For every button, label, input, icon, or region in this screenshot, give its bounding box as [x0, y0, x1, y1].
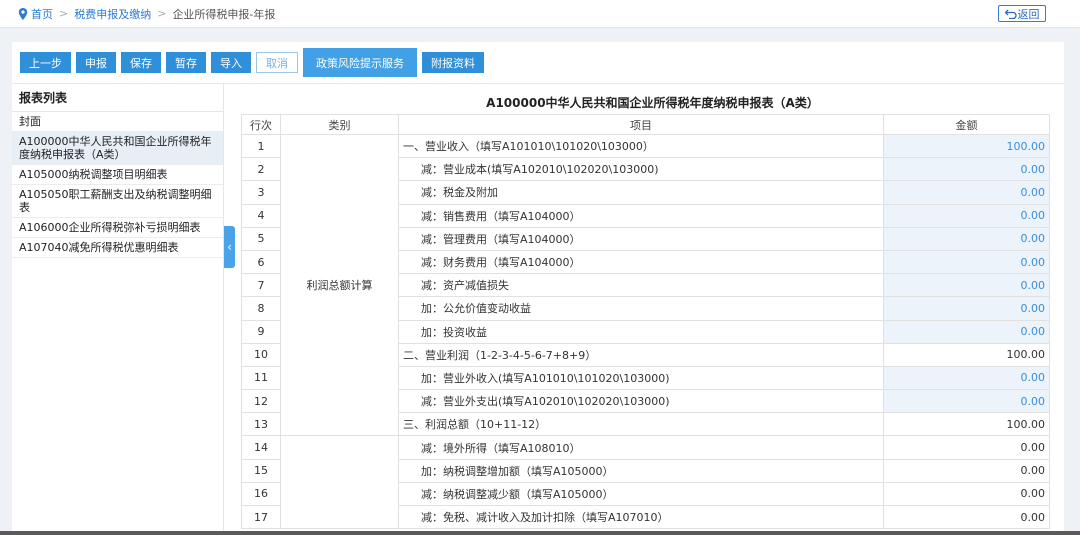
amount-input[interactable]: 0.00 — [883, 226, 1050, 251]
save-button[interactable]: 保存 — [121, 52, 161, 73]
table-body: 1 利润总额计算 一、营业收入（填写A101010\101020\103000） 10… — [241, 133, 1050, 530]
item-label: 减：纳税调整减少额（填写A105000） — [398, 481, 884, 507]
breadcrumb: 首页 > 税费申报及缴纳 > 企业所得税申报-年报 — [18, 6, 275, 22]
row-number: 2 — [241, 157, 281, 182]
breadcrumb-home-link[interactable]: 首页 — [31, 6, 53, 22]
table-row: 14 减：境外所得（填写A108010） 0.00 — [241, 435, 1050, 530]
item-label: 减：财务费用（填写A104000） — [398, 249, 884, 275]
cancel-button[interactable]: 取消 — [256, 52, 298, 73]
item-label: 减：免税、减计收入及加计扣除（填写A107010） — [398, 504, 884, 530]
item-label: 三、利润总额（10+11-12） — [398, 412, 884, 437]
amount-input[interactable]: 100.00 — [883, 133, 1050, 159]
amount-input[interactable]: 0.00 — [883, 365, 1050, 391]
amount-input[interactable]: 0.00 — [883, 389, 1050, 414]
sidebar-collapse-handle[interactable]: ‹ — [224, 226, 235, 268]
amount-value: 0.00 — [883, 458, 1050, 483]
item-label: 加：投资收益 — [398, 319, 884, 344]
row-number: 1 — [241, 133, 281, 159]
tax-return-table: 行次 类别 项目 金额 1 利润总额计算 一、营业收入（填写A101010\1010… — [241, 114, 1050, 530]
table-header-row: 行次 类别 项目 金额 — [241, 114, 1050, 135]
form-area: A100000中华人民共和国企业所得税年度纳税申报表（A类） 行次 类别 项目 … — [241, 84, 1064, 535]
row-number: 6 — [241, 249, 281, 275]
action-toolbar: 上一步 申报 保存 暂存 导入 取消 政策风险提示服务 附报资料 — [12, 42, 1064, 84]
row-number: 12 — [241, 389, 281, 414]
item-label: 减：管理费用（填写A104000） — [398, 226, 884, 251]
header-amount: 金额 — [883, 114, 1050, 135]
row-number: 3 — [241, 180, 281, 205]
row-number: 7 — [241, 273, 281, 298]
amount-input[interactable]: 0.00 — [883, 296, 1050, 321]
row-number: 14 — [241, 435, 281, 460]
sidebar-item-a100000[interactable]: A100000中华人民共和国企业所得税年度纳税申报表（A类） — [12, 132, 223, 165]
amount-value: 100.00 — [883, 412, 1050, 437]
amount-value: 100.00 — [883, 342, 1050, 367]
window-bottom-edge — [0, 531, 1080, 535]
sidebar-item-cover[interactable]: 封面 — [12, 112, 223, 132]
item-label: 加：营业外收入(填写A101010\101020\103000) — [398, 365, 884, 391]
header-item: 项目 — [398, 114, 884, 135]
sidebar-item-a106000[interactable]: A106000企业所得税弥补亏损明细表 — [12, 218, 223, 238]
row-number: 5 — [241, 226, 281, 251]
item-label: 减：税金及附加 — [398, 180, 884, 205]
category-cell — [280, 435, 399, 530]
prev-step-button[interactable]: 上一步 — [20, 52, 71, 73]
policy-risk-service-button[interactable]: 政策风险提示服务 — [303, 48, 417, 77]
return-arrow-icon — [1004, 9, 1017, 19]
back-button[interactable]: 返回 — [998, 5, 1046, 22]
item-label: 二、营业利润（1-2-3-4-5-6-7+8+9） — [398, 342, 884, 367]
item-label: 减：销售费用（填写A104000） — [398, 203, 884, 228]
header-row-number: 行次 — [241, 114, 281, 135]
report-list-title: 报表列表 — [12, 84, 223, 112]
amount-value: 0.00 — [883, 481, 1050, 507]
row-number: 16 — [241, 481, 281, 507]
row-number: 13 — [241, 412, 281, 437]
temp-save-button[interactable]: 暂存 — [166, 52, 206, 73]
row-number: 11 — [241, 365, 281, 391]
back-button-label: 返回 — [1017, 7, 1040, 21]
amount-value: 0.00 — [883, 435, 1050, 460]
item-label: 减：境外所得（填写A108010） — [398, 435, 884, 460]
item-label: 加：纳税调整增加额（填写A105000） — [398, 458, 884, 483]
declare-button[interactable]: 申报 — [76, 52, 116, 73]
amount-input[interactable]: 0.00 — [883, 203, 1050, 228]
amount-value: 0.00 — [883, 504, 1050, 530]
amount-input[interactable]: 0.00 — [883, 180, 1050, 205]
table-row: 1 利润总额计算 一、营业收入（填写A101010\101020\103000） 10… — [241, 133, 1050, 437]
item-label: 减：资产减值损失 — [398, 273, 884, 298]
sidebar-item-a107040[interactable]: A107040减免所得税优惠明细表 — [12, 238, 223, 258]
row-number: 15 — [241, 458, 281, 483]
row-number: 9 — [241, 319, 281, 344]
item-label: 减：营业成本(填写A102010\102020\103000) — [398, 157, 884, 182]
category-profit-calculation: 利润总额计算 — [280, 133, 399, 437]
breadcrumb-separator: > — [157, 7, 167, 20]
report-list-sidebar: 报表列表 封面 A100000中华人民共和国企业所得税年度纳税申报表（A类） A… — [12, 84, 224, 535]
breadcrumb-current: 企业所得税申报-年报 — [172, 7, 276, 21]
row-number: 17 — [241, 504, 281, 530]
amount-input[interactable]: 0.00 — [883, 273, 1050, 298]
item-label: 一、营业收入（填写A101010\101020\103000） — [398, 133, 884, 159]
row-number: 10 — [241, 342, 281, 367]
row-number: 8 — [241, 296, 281, 321]
item-label: 减：营业外支出(填写A102010\102020\103000) — [398, 389, 884, 414]
location-pin-icon — [18, 7, 28, 20]
attachments-button[interactable]: 附报资料 — [422, 52, 484, 73]
form-title: A100000中华人民共和国企业所得税年度纳税申报表（A类） — [486, 96, 819, 110]
breadcrumb-tax-filing-link[interactable]: 税费申报及缴纳 — [74, 6, 151, 22]
sidebar-item-a105050[interactable]: A105050职工薪酬支出及纳税调整明细表 — [12, 185, 223, 218]
amount-input[interactable]: 0.00 — [883, 249, 1050, 275]
item-label: 加：公允价值变动收益 — [398, 296, 884, 321]
row-number: 4 — [241, 203, 281, 228]
header-category: 类别 — [280, 114, 399, 135]
import-button[interactable]: 导入 — [211, 52, 251, 73]
chevron-left-icon: ‹ — [227, 240, 232, 254]
top-bar: 首页 > 税费申报及缴纳 > 企业所得税申报-年报 返回 — [0, 0, 1080, 28]
amount-input[interactable]: 0.00 — [883, 319, 1050, 344]
breadcrumb-separator: > — [59, 7, 69, 20]
sidebar-item-a105000[interactable]: A105000纳税调整项目明细表 — [12, 165, 223, 185]
main-panel: 上一步 申报 保存 暂存 导入 取消 政策风险提示服务 附报资料 报表列表 封面… — [12, 42, 1064, 535]
amount-input[interactable]: 0.00 — [883, 157, 1050, 182]
